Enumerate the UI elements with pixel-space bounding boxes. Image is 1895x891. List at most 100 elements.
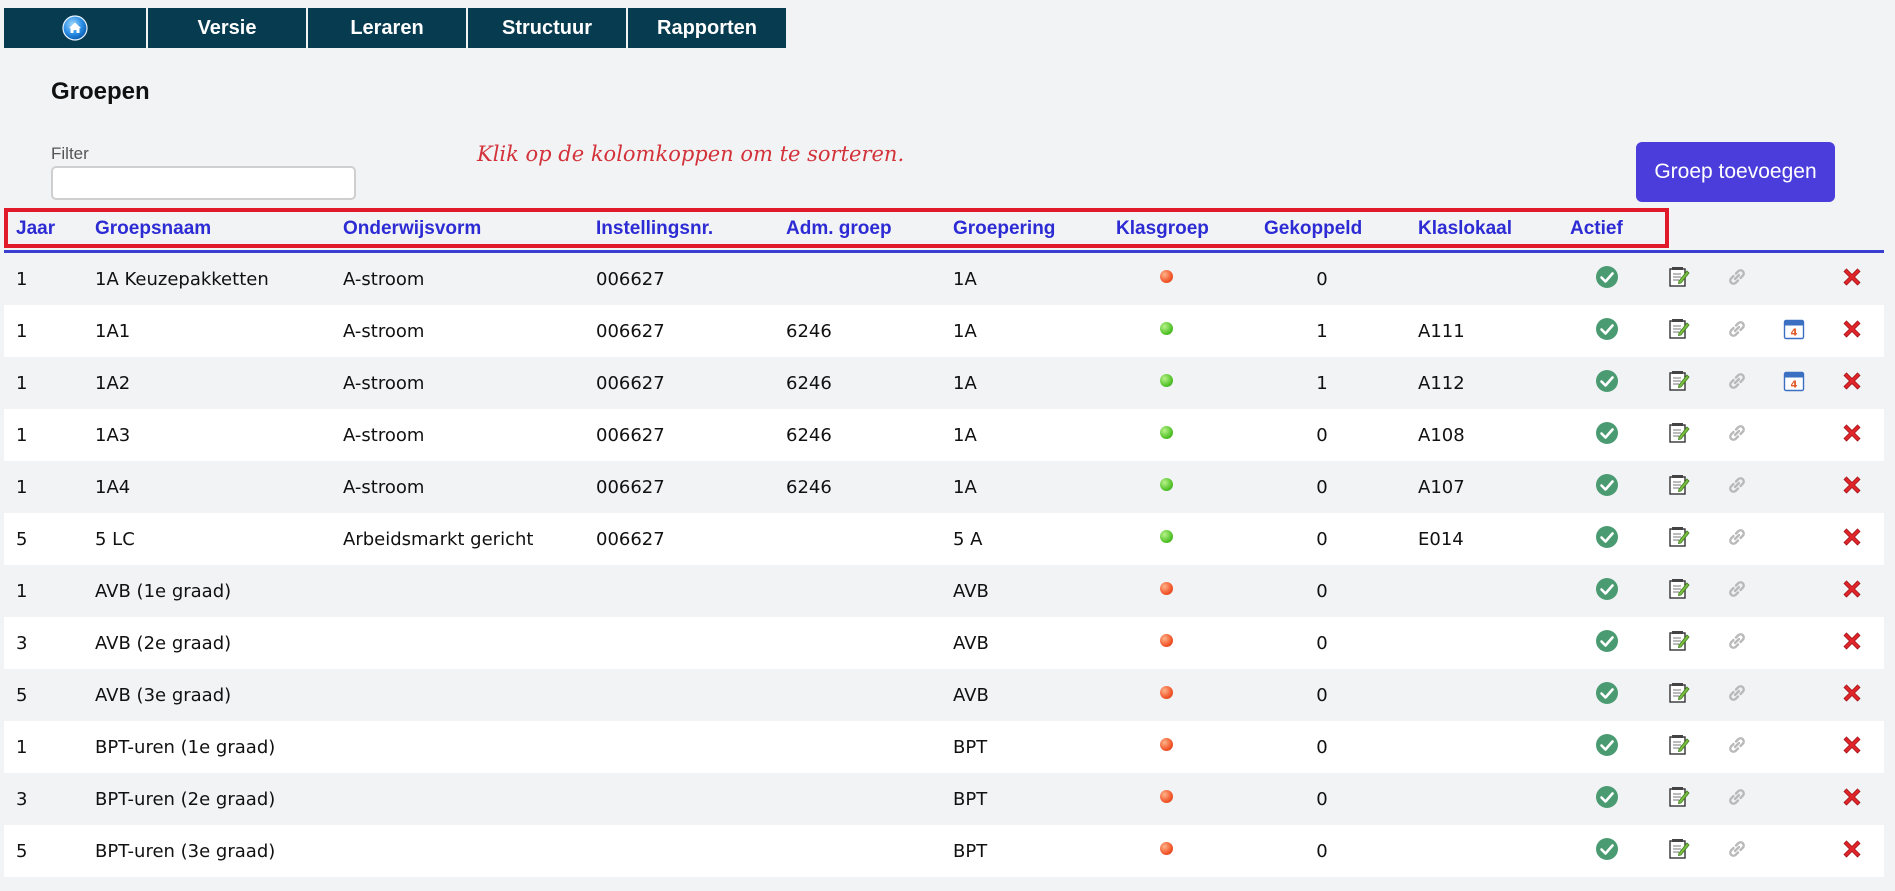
delete-x-button[interactable] bbox=[1835, 617, 1869, 669]
status-dot-green-icon bbox=[1159, 373, 1173, 387]
nav-leraren[interactable]: Leraren bbox=[308, 8, 468, 48]
edit-notepad-button[interactable] bbox=[1662, 461, 1696, 513]
check-circle-button[interactable] bbox=[1590, 617, 1624, 669]
nav-structuur[interactable]: Structuur bbox=[468, 8, 628, 48]
check-circle-button[interactable] bbox=[1590, 513, 1624, 565]
edit-notepad-button[interactable] bbox=[1662, 357, 1696, 409]
column-header-gekoppeld[interactable]: Gekoppeld bbox=[1264, 208, 1362, 250]
link-icon bbox=[1725, 525, 1749, 554]
edit-notepad-button[interactable] bbox=[1662, 253, 1696, 305]
link-button[interactable] bbox=[1720, 825, 1754, 877]
delete-x-button[interactable] bbox=[1835, 357, 1869, 409]
check-circle-button[interactable] bbox=[1590, 461, 1624, 513]
check-circle-button[interactable] bbox=[1590, 721, 1624, 773]
check-circle-button[interactable] bbox=[1590, 253, 1624, 305]
status-dot-green-icon bbox=[1159, 529, 1173, 543]
link-button[interactable] bbox=[1720, 669, 1754, 721]
edit-notepad-button[interactable] bbox=[1662, 721, 1696, 773]
status-dot-green-icon bbox=[1159, 477, 1173, 491]
cell-groepering: 1A bbox=[953, 268, 977, 290]
table-row: 5 BPT-uren (3e graad) BPT 0 bbox=[4, 825, 1884, 877]
add-group-button[interactable]: Groep toevoegen bbox=[1636, 142, 1835, 202]
check-circle-button[interactable] bbox=[1590, 409, 1624, 461]
column-header-adm-groep[interactable]: Adm. groep bbox=[786, 208, 892, 250]
edit-notepad-icon bbox=[1667, 369, 1691, 398]
column-header-actief[interactable]: Actief bbox=[1570, 208, 1623, 250]
delete-x-button[interactable] bbox=[1835, 253, 1869, 305]
nav-rapporten[interactable]: Rapporten bbox=[628, 8, 786, 48]
delete-x-button[interactable] bbox=[1835, 461, 1869, 513]
edit-notepad-button[interactable] bbox=[1662, 513, 1696, 565]
check-circle-icon bbox=[1595, 577, 1619, 606]
calendar-button[interactable]: 4 bbox=[1777, 357, 1811, 409]
column-header-groepsnaam[interactable]: Groepsnaam bbox=[95, 208, 211, 250]
delete-x-button[interactable] bbox=[1835, 669, 1869, 721]
delete-x-button[interactable] bbox=[1835, 721, 1869, 773]
link-button[interactable] bbox=[1720, 773, 1754, 825]
cell-jaar: 1 bbox=[16, 580, 28, 602]
link-icon bbox=[1725, 629, 1749, 658]
cell-klaslokaal: A112 bbox=[1418, 372, 1465, 394]
edit-notepad-button[interactable] bbox=[1662, 825, 1696, 877]
edit-notepad-button[interactable] bbox=[1662, 565, 1696, 617]
delete-x-button[interactable] bbox=[1835, 409, 1869, 461]
cell-groepsnaam: AVB (1e graad) bbox=[95, 580, 232, 602]
check-circle-icon bbox=[1595, 317, 1619, 346]
calendar-button[interactable]: 4 bbox=[1777, 305, 1811, 357]
cell-klasgroep bbox=[1106, 305, 1226, 357]
check-circle-button[interactable] bbox=[1590, 825, 1624, 877]
edit-notepad-icon bbox=[1667, 733, 1691, 762]
cell-jaar: 5 bbox=[16, 684, 28, 706]
delete-x-button[interactable] bbox=[1835, 305, 1869, 357]
status-dot-red-icon bbox=[1159, 841, 1173, 855]
cell-klasgroep bbox=[1106, 773, 1226, 825]
cell-groepering: 5 A bbox=[953, 528, 983, 550]
link-button[interactable] bbox=[1720, 617, 1754, 669]
delete-x-button[interactable] bbox=[1835, 825, 1869, 877]
nav-versie[interactable]: Versie bbox=[148, 8, 308, 48]
cell-gekoppeld: 0 bbox=[1316, 632, 1328, 654]
nav-home[interactable] bbox=[4, 8, 148, 48]
cell-gekoppeld: 0 bbox=[1316, 580, 1328, 602]
link-button[interactable] bbox=[1720, 461, 1754, 513]
column-header-klasgroep[interactable]: Klasgroep bbox=[1116, 208, 1209, 250]
check-circle-button[interactable] bbox=[1590, 669, 1624, 721]
link-button[interactable] bbox=[1720, 357, 1754, 409]
edit-notepad-button[interactable] bbox=[1662, 305, 1696, 357]
check-circle-button[interactable] bbox=[1590, 305, 1624, 357]
cell-groepering: 1A bbox=[953, 372, 977, 394]
cell-onderwijsvorm: A-stroom bbox=[343, 372, 425, 394]
cell-gekoppeld: 0 bbox=[1316, 684, 1328, 706]
column-header-instellingsnr[interactable]: Instellingsnr. bbox=[596, 208, 713, 250]
groups-table: Jaar Groepsnaam Onderwijsvorm Instelling… bbox=[4, 208, 1884, 877]
link-button[interactable] bbox=[1720, 305, 1754, 357]
column-header-klaslokaal[interactable]: Klaslokaal bbox=[1418, 208, 1512, 250]
cell-jaar: 1 bbox=[16, 372, 28, 394]
table-header: Jaar Groepsnaam Onderwijsvorm Instelling… bbox=[4, 208, 1884, 253]
cell-klaslokaal: A107 bbox=[1418, 476, 1465, 498]
status-dot-red-icon bbox=[1159, 685, 1173, 699]
delete-x-button[interactable] bbox=[1835, 565, 1869, 617]
column-header-jaar[interactable]: Jaar bbox=[16, 208, 55, 250]
edit-notepad-button[interactable] bbox=[1662, 669, 1696, 721]
edit-notepad-icon bbox=[1667, 785, 1691, 814]
check-circle-button[interactable] bbox=[1590, 773, 1624, 825]
edit-notepad-button[interactable] bbox=[1662, 617, 1696, 669]
link-button[interactable] bbox=[1720, 565, 1754, 617]
edit-notepad-button[interactable] bbox=[1662, 773, 1696, 825]
column-header-onderwijsvorm[interactable]: Onderwijsvorm bbox=[343, 208, 481, 250]
check-circle-button[interactable] bbox=[1590, 357, 1624, 409]
delete-x-button[interactable] bbox=[1835, 513, 1869, 565]
cell-gekoppeld: 0 bbox=[1316, 840, 1328, 862]
column-header-groepering[interactable]: Groepering bbox=[953, 208, 1055, 250]
link-button[interactable] bbox=[1720, 409, 1754, 461]
filter-input[interactable] bbox=[51, 166, 356, 200]
delete-x-button[interactable] bbox=[1835, 773, 1869, 825]
link-button[interactable] bbox=[1720, 513, 1754, 565]
link-button[interactable] bbox=[1720, 721, 1754, 773]
cell-gekoppeld: 0 bbox=[1316, 268, 1328, 290]
table-row: 1 BPT-uren (1e graad) BPT 0 bbox=[4, 721, 1884, 773]
check-circle-button[interactable] bbox=[1590, 565, 1624, 617]
link-button[interactable] bbox=[1720, 253, 1754, 305]
edit-notepad-button[interactable] bbox=[1662, 409, 1696, 461]
